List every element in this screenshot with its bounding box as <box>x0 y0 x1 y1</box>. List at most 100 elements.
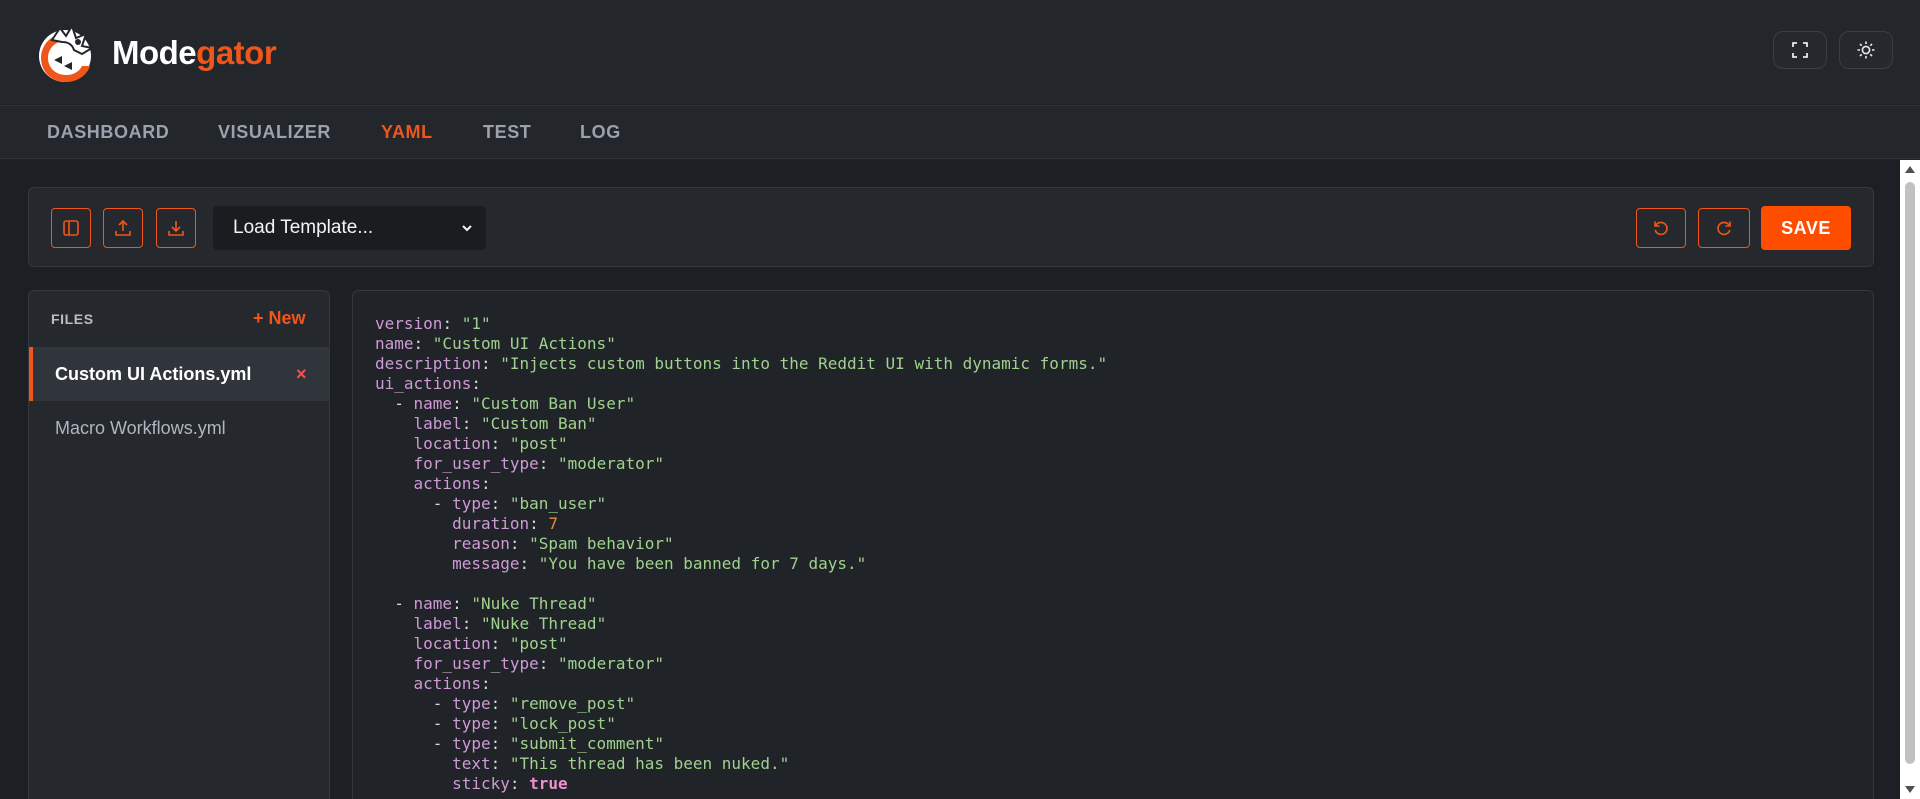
code-line: duration: 7 <box>375 514 1107 534</box>
code-token: "Custom Ban" <box>480 414 597 433</box>
code-line: actions: <box>375 474 1107 494</box>
code-token: type <box>452 694 491 713</box>
code-token: "ban_user" <box>509 494 607 513</box>
code-line: message: "You have been banned for 7 day… <box>375 554 1107 574</box>
code-token: actions <box>413 674 481 693</box>
file-item-custom-ui-actions[interactable]: Custom UI Actions.yml × <box>29 347 329 401</box>
code-token: label <box>413 414 462 433</box>
code-token: location <box>413 634 491 653</box>
code-token: : <box>452 594 472 613</box>
close-icon[interactable]: × <box>296 364 307 385</box>
code-token: duration <box>452 514 530 533</box>
code-token: - <box>375 494 453 513</box>
code-token: "post" <box>509 634 568 653</box>
download-button[interactable] <box>156 208 196 248</box>
code-line: location: "post" <box>375 634 1107 654</box>
code-token: label <box>413 614 462 633</box>
code-token: - <box>375 394 414 413</box>
code-token: for_user_type <box>413 454 539 473</box>
code-token: actions <box>413 474 481 493</box>
code-token: type <box>452 494 491 513</box>
code-token: "Custom Ban User" <box>471 394 636 413</box>
code-content[interactable]: version: "1" name: "Custom UI Actions" des… <box>375 314 1107 794</box>
code-line: - type: "ban_user" <box>375 494 1107 514</box>
code-token: - <box>375 734 453 753</box>
code-token: : <box>529 514 549 533</box>
file-item-label: Custom UI Actions.yml <box>55 363 252 384</box>
code-token: : <box>509 534 530 553</box>
code-token: "1" <box>461 314 491 333</box>
code-line: for_user_type: "moderator" <box>375 454 1107 474</box>
theme-toggle-button[interactable] <box>1839 31 1893 69</box>
gator-logo-icon <box>39 23 95 82</box>
code-token: type <box>452 714 491 733</box>
code-line: version: "1" <box>375 314 1107 334</box>
code-token: ui_actions <box>375 374 472 393</box>
redo-button[interactable] <box>1698 208 1750 248</box>
undo-button[interactable] <box>1636 208 1686 248</box>
code-line: label: "Nuke Thread" <box>375 614 1107 634</box>
chevron-down-icon <box>462 225 472 232</box>
code-token: "remove_post" <box>509 694 636 713</box>
tab-dashboard[interactable]: DASHBOARD <box>47 122 169 143</box>
code-line: - type: "remove_post" <box>375 694 1107 714</box>
code-line: - type: "lock_post" <box>375 714 1107 734</box>
brand-logo[interactable]: Modegator <box>32 20 277 86</box>
files-panel: FILES + New Custom UI Actions.yml × Macr… <box>28 290 330 799</box>
scroll-down-icon[interactable] <box>1905 786 1915 793</box>
code-token: "lock_post" <box>509 714 616 733</box>
code-token: "submit_comment" <box>509 734 664 753</box>
save-button[interactable]: SAVE <box>1761 206 1851 250</box>
code-token: message <box>452 554 520 573</box>
code-line: - type: "submit_comment" <box>375 734 1107 754</box>
code-token: : <box>490 694 510 713</box>
code-token: : <box>471 374 481 393</box>
yaml-editor[interactable]: version: "1" name: "Custom UI Actions" des… <box>352 290 1874 799</box>
brand-name: Modegator <box>112 34 277 71</box>
code-line: - name: "Nuke Thread" <box>375 594 1107 614</box>
toggle-sidebar-button[interactable] <box>51 208 91 248</box>
code-token: reason <box>452 534 510 553</box>
code-line: reason: "Spam behavior" <box>375 534 1107 554</box>
scroll-up-icon[interactable] <box>1905 166 1915 173</box>
code-token: "This thread has been nuked." <box>509 754 790 773</box>
template-select[interactable]: Load Template... <box>213 206 486 250</box>
fullscreen-icon <box>1792 42 1808 58</box>
code-token: : <box>490 754 510 773</box>
code-line: label: "Custom Ban" <box>375 414 1107 434</box>
code-token: "Injects custom buttons into the Reddit … <box>500 354 1108 373</box>
upload-icon <box>115 219 131 236</box>
code-token: "Nuke Thread" <box>480 614 607 633</box>
files-title: FILES <box>51 311 94 327</box>
code-token: - <box>375 694 453 713</box>
code-token: : <box>490 494 510 513</box>
scrollbar-thumb[interactable] <box>1905 182 1915 764</box>
code-token: location <box>413 434 491 453</box>
tab-visualizer[interactable]: VISUALIZER <box>218 122 331 143</box>
new-file-button[interactable]: + New <box>253 308 306 329</box>
fullscreen-button[interactable] <box>1773 31 1827 69</box>
redo-icon <box>1717 221 1731 236</box>
code-token: : <box>490 434 510 453</box>
code-token: : <box>461 614 481 633</box>
page-scrollbar[interactable] <box>1900 160 1920 799</box>
tab-yaml[interactable]: YAML <box>381 122 433 143</box>
code-token: text <box>452 754 491 773</box>
code-token: : <box>490 714 510 733</box>
tab-log[interactable]: LOG <box>580 122 621 143</box>
code-token: : <box>413 334 433 353</box>
undo-icon <box>1654 221 1668 236</box>
code-token: "Custom UI Actions" <box>432 334 616 353</box>
code-line: ui_actions: <box>375 374 1107 394</box>
upload-button[interactable] <box>103 208 143 248</box>
code-token: true <box>529 774 568 793</box>
code-token: "moderator" <box>558 654 664 673</box>
file-item-macro-workflows[interactable]: Macro Workflows.yml <box>29 401 329 455</box>
code-token: "post" <box>509 434 568 453</box>
tab-test[interactable]: TEST <box>483 122 531 143</box>
